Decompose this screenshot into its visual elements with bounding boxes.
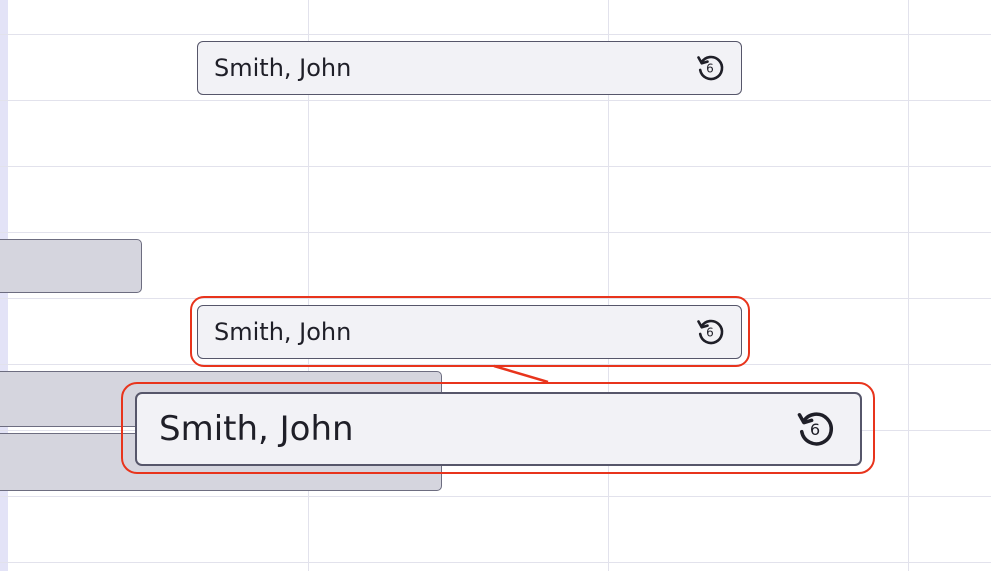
highlight-box-zoomed <box>121 382 875 474</box>
callout-connector <box>493 364 549 384</box>
